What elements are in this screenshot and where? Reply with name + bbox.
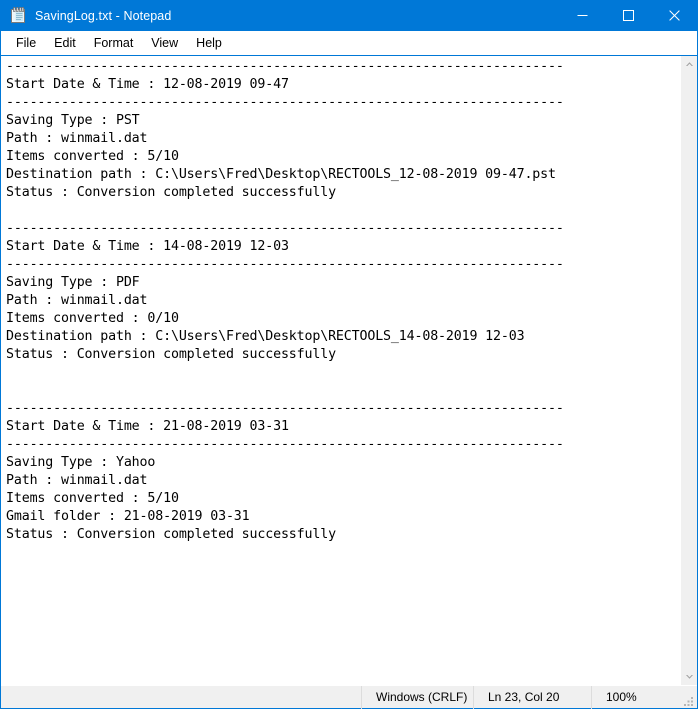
text-line: Start Date & Time : 12-08-2019 09-47 bbox=[6, 77, 289, 92]
text-editor[interactable]: ----------------------------------------… bbox=[1, 56, 680, 685]
text-line: ----------------------------------------… bbox=[6, 401, 564, 416]
notepad-icon bbox=[10, 7, 27, 24]
text-line: Status : Conversion completed successful… bbox=[6, 185, 336, 200]
text-line: ----------------------------------------… bbox=[6, 437, 564, 452]
text-line: Saving Type : PDF bbox=[6, 275, 140, 290]
vertical-scrollbar[interactable] bbox=[680, 56, 697, 685]
text-line: Start Date & Time : 21-08-2019 03-31 bbox=[6, 419, 289, 434]
text-line bbox=[6, 364, 680, 382]
text-line: ----------------------------------------… bbox=[6, 221, 564, 236]
text-line: Saving Type : Yahoo bbox=[6, 455, 156, 470]
minimize-icon bbox=[577, 15, 587, 16]
editor-area: ----------------------------------------… bbox=[1, 56, 697, 685]
text-line: Status : Conversion completed successful… bbox=[6, 347, 336, 362]
text-line: Destination path : C:\Users\Fred\Desktop… bbox=[6, 329, 525, 344]
text-line bbox=[6, 202, 680, 220]
scroll-down-button[interactable] bbox=[681, 668, 698, 685]
maximize-icon bbox=[622, 10, 634, 21]
text-line: Items converted : 5/10 bbox=[6, 149, 179, 164]
status-bar: Windows (CRLF) Ln 23, Col 20 100% bbox=[1, 685, 697, 709]
status-encoding: Windows (CRLF) bbox=[361, 685, 473, 709]
minimize-button[interactable] bbox=[559, 0, 605, 31]
text-line: ----------------------------------------… bbox=[6, 95, 564, 110]
text-line: Path : winmail.dat bbox=[6, 131, 148, 146]
close-icon bbox=[668, 10, 680, 21]
resize-grip-icon[interactable] bbox=[683, 694, 695, 706]
menu-item-view[interactable]: View bbox=[142, 34, 187, 53]
menu-item-file[interactable]: File bbox=[7, 34, 45, 53]
chevron-down-icon bbox=[685, 675, 693, 679]
status-cursor-position: Ln 23, Col 20 bbox=[473, 685, 591, 709]
status-zoom-level: 100% bbox=[591, 685, 697, 709]
text-line: ----------------------------------------… bbox=[6, 257, 564, 272]
text-line: Items converted : 0/10 bbox=[6, 311, 179, 326]
scroll-up-button[interactable] bbox=[681, 56, 698, 73]
text-line: Destination path : C:\Users\Fred\Desktop… bbox=[6, 167, 556, 182]
menu-item-edit[interactable]: Edit bbox=[45, 34, 85, 53]
text-line: Path : winmail.dat bbox=[6, 473, 148, 488]
text-line: Start Date & Time : 14-08-2019 12-03 bbox=[6, 239, 289, 254]
text-line: Status : Conversion completed successful… bbox=[6, 527, 336, 542]
maximize-button[interactable] bbox=[605, 0, 651, 31]
text-line: Saving Type : PST bbox=[6, 113, 140, 128]
window-title: SavingLog.txt - Notepad bbox=[35, 8, 172, 23]
notepad-window: SavingLog.txt - Notepad File Edit Format… bbox=[0, 0, 698, 709]
menu-item-format[interactable]: Format bbox=[85, 34, 143, 53]
title-bar[interactable]: SavingLog.txt - Notepad bbox=[1, 0, 697, 31]
text-line: Gmail folder : 21-08-2019 03-31 bbox=[6, 509, 250, 524]
close-button[interactable] bbox=[651, 0, 697, 31]
window-controls bbox=[559, 0, 697, 31]
text-line: Path : winmail.dat bbox=[6, 293, 148, 308]
text-line bbox=[6, 382, 680, 400]
menu-item-help[interactable]: Help bbox=[187, 34, 231, 53]
chevron-up-icon bbox=[685, 62, 693, 66]
text-line: ----------------------------------------… bbox=[6, 59, 564, 74]
scrollbar-track[interactable] bbox=[681, 73, 698, 668]
text-line: Items converted : 5/10 bbox=[6, 491, 179, 506]
menu-bar: File Edit Format View Help bbox=[1, 31, 697, 56]
